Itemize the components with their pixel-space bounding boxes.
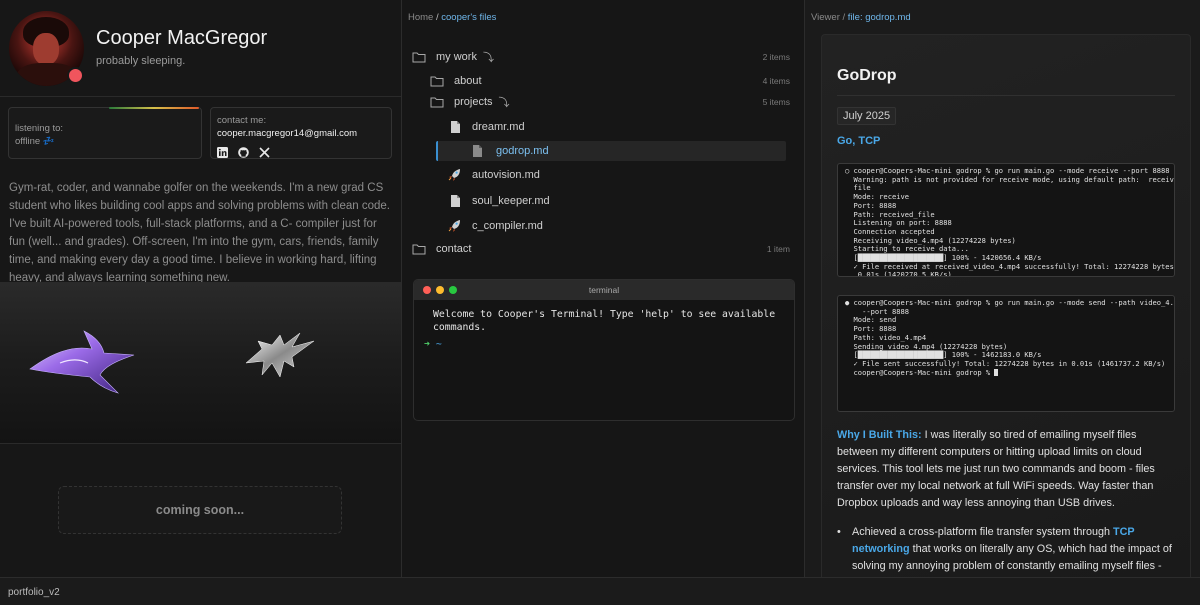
- tree-item-autovision[interactable]: autovision.md: [412, 162, 796, 188]
- terminal-title: terminal: [588, 285, 620, 295]
- tree-item-c-compiler[interactable]: c_compiler.md: [412, 214, 796, 238]
- item-count: 4 items: [762, 75, 790, 86]
- file-icon: [470, 145, 484, 157]
- terminal-welcome: Welcome to Cooper's Terminal! Type 'help…: [433, 309, 776, 333]
- tree-item-contact[interactable]: contact 1 item: [412, 238, 796, 259]
- rocket-icon: [448, 220, 462, 232]
- social-links: [217, 145, 385, 158]
- profile-panel: Cooper MacGregor probably sleeping. list…: [0, 0, 402, 577]
- contact-label: contact me:: [217, 115, 267, 126]
- doc-title: GoDrop: [837, 67, 1175, 96]
- expand-arrow-icon: ⤵: [482, 51, 494, 64]
- prompt-dir: ~: [435, 339, 442, 350]
- tree-item-label: projects: [454, 95, 493, 108]
- code-block-receive: ○ cooper@Coopers-Mac-mini godrop % go ru…: [837, 163, 1175, 277]
- file-icon: [448, 121, 462, 133]
- tree-item-dreamr[interactable]: dreamr.md: [412, 114, 796, 140]
- tree-item-label: contact: [436, 242, 472, 255]
- why-text: I was literally so tired of emailing mys…: [837, 429, 1155, 509]
- viewer-crumb-label[interactable]: Viewer: [811, 12, 840, 23]
- viewer-panel: Viewer / file: godrop.md GoDrop July 202…: [805, 0, 1200, 577]
- item-count: 5 items: [762, 96, 790, 107]
- code-text: ● cooper@Coopers-Mac-mini godrop % go ru…: [845, 298, 1174, 377]
- folder-icon: [412, 243, 426, 255]
- folder-icon: [430, 96, 444, 108]
- breadcrumb-current[interactable]: cooper's files: [441, 12, 496, 23]
- viewer-breadcrumb: Viewer / file: godrop.md: [811, 12, 911, 23]
- profile-header: Cooper MacGregor probably sleeping.: [0, 0, 401, 97]
- terminal-output[interactable]: Welcome to Cooper's Terminal! Type 'help…: [414, 300, 794, 359]
- code-block-send: ● cooper@Coopers-Mac-mini godrop % go ru…: [837, 295, 1175, 412]
- github-icon[interactable]: [238, 145, 249, 158]
- contact-card: contact me: cooper.macgregor14@gmail.com: [210, 107, 392, 159]
- tree-item-label: autovision.md: [472, 169, 540, 181]
- terminal-titlebar: terminal: [414, 280, 794, 300]
- tree-item-label: c_compiler.md: [472, 220, 543, 232]
- equalizer-bar: [109, 107, 199, 109]
- breadcrumb-home[interactable]: Home: [408, 12, 433, 23]
- listening-label: listening to:: [15, 123, 64, 134]
- tree-item-godrop[interactable]: godrop.md: [436, 141, 786, 161]
- file-icon: [448, 195, 462, 207]
- status-dot-icon: [67, 67, 84, 84]
- bottom-bar: portfolio_v2: [0, 577, 1200, 605]
- terminal-prompt[interactable]: ➜ ~: [424, 338, 784, 351]
- explorer-breadcrumb: Home / cooper's files: [408, 12, 496, 23]
- markdown-document[interactable]: GoDrop July 2025 Go, TCP ○ cooper@Cooper…: [821, 34, 1191, 577]
- profile-status: probably sleeping.: [96, 55, 186, 67]
- tree-item-label: dreamr.md: [472, 121, 525, 133]
- tree-item-projects[interactable]: projects ⤵ 5 items: [412, 89, 796, 114]
- tree-item-soul-keeper[interactable]: soul_keeper.md: [412, 188, 796, 214]
- footer-label: portfolio_v2: [8, 587, 60, 598]
- linkedin-icon[interactable]: [217, 145, 228, 158]
- chrome-logos-image: [29, 330, 315, 394]
- tree-item-label: godrop.md: [496, 145, 549, 157]
- tech-tags: Go, TCP: [837, 135, 881, 147]
- code-text: ○ cooper@Coopers-Mac-mini godrop % go ru…: [845, 166, 1174, 277]
- date-badge: July 2025: [837, 107, 897, 125]
- email-link[interactable]: cooper.macgregor14@gmail.com: [217, 128, 385, 139]
- prompt-arrow-icon: ➜: [424, 339, 430, 350]
- x-icon[interactable]: [259, 145, 270, 158]
- viewer-crumb-file[interactable]: file: godrop.md: [848, 12, 911, 23]
- listening-card: listening to: offline 💤: [8, 107, 202, 159]
- breadcrumb-separator: /: [839, 12, 848, 23]
- expand-arrow-icon: ⤵: [498, 96, 510, 109]
- logo-showcase: [0, 282, 401, 444]
- tree-item-label: soul_keeper.md: [472, 195, 550, 207]
- terminal-window[interactable]: terminal Welcome to Cooper's Terminal! T…: [413, 279, 795, 421]
- cursor-block: [994, 369, 999, 377]
- listening-value: offline 💤: [15, 136, 55, 147]
- why-label: Why I Built This:: [837, 429, 922, 441]
- tree-item-label: about: [454, 74, 482, 87]
- info-cards: listening to: offline 💤 contact me: coop…: [8, 107, 392, 159]
- folder-icon: [412, 51, 426, 63]
- coming-soon-card: coming soon...: [58, 486, 342, 534]
- profile-name: Cooper MacGregor: [96, 27, 268, 49]
- item-count: 2 items: [762, 51, 790, 62]
- bullet-pre: Achieved a cross-platform file transfer …: [852, 526, 1114, 538]
- item-count: 1 item: [766, 243, 790, 254]
- why-paragraph: Why I Built This: I was literally so tir…: [837, 427, 1175, 512]
- file-tree: my work ⤵ 2 items about 4 items projects…: [412, 44, 796, 259]
- list-item: Achieved a cross-platform file transfer …: [837, 524, 1175, 577]
- tree-item-label: my work: [436, 50, 477, 63]
- rocket-icon: [448, 169, 462, 181]
- bio-text: Gym-rat, coder, and wannabe golfer on th…: [9, 182, 391, 284]
- tree-item-my-work[interactable]: my work ⤵ 2 items: [412, 44, 796, 69]
- folder-icon: [430, 75, 444, 87]
